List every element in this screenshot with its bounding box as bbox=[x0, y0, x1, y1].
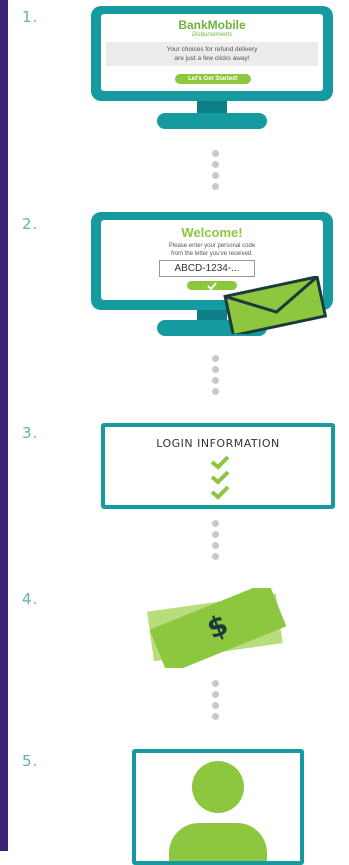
instruction-line-2: from the letter you've received. bbox=[171, 251, 253, 257]
message-line-2: are just a few clicks away! bbox=[174, 55, 250, 62]
checkmark-icon bbox=[207, 282, 217, 291]
step-number-2: 2. bbox=[22, 215, 39, 233]
step-connector-2 bbox=[212, 355, 220, 399]
step-connector-1 bbox=[212, 150, 220, 194]
step-number-5: 5. bbox=[22, 752, 39, 770]
personal-code-input[interactable]: ABCD-1234-... bbox=[159, 260, 255, 277]
welcome-title: Welcome! bbox=[181, 225, 243, 240]
step-number-3: 3. bbox=[22, 424, 39, 442]
step-connector-4 bbox=[212, 680, 220, 724]
brand-logo: BankMobile bbox=[178, 18, 246, 32]
brand-subtitle: Disbursements bbox=[191, 32, 232, 38]
message-line-1: Your choices for refund delivery bbox=[166, 46, 258, 53]
checkmark-icon bbox=[210, 455, 230, 470]
monitor-base bbox=[157, 113, 267, 129]
avatar-head bbox=[192, 761, 244, 813]
checkmark-icon bbox=[210, 485, 230, 500]
step-number-1: 1. bbox=[22, 8, 39, 26]
login-title: LOGIN INFORMATION bbox=[156, 437, 280, 450]
envelope-icon bbox=[223, 276, 328, 334]
step-number-4: 4. bbox=[22, 590, 39, 608]
left-accent-bar bbox=[0, 0, 8, 851]
checkmark-icon bbox=[210, 470, 230, 485]
message-box: Your choices for refund delivery are jus… bbox=[106, 42, 318, 66]
monitor-screen: BankMobile Disbursements Your choices fo… bbox=[101, 14, 323, 91]
step-connector-3 bbox=[212, 520, 220, 564]
avatar-body bbox=[169, 823, 267, 861]
profile-card bbox=[132, 749, 304, 865]
instruction-line-1: Please enter your personal code bbox=[168, 243, 256, 249]
get-started-button[interactable]: Let's Get Started! bbox=[175, 74, 251, 84]
money-icon: $ bbox=[147, 588, 287, 668]
login-information-card: LOGIN INFORMATION bbox=[101, 423, 335, 509]
